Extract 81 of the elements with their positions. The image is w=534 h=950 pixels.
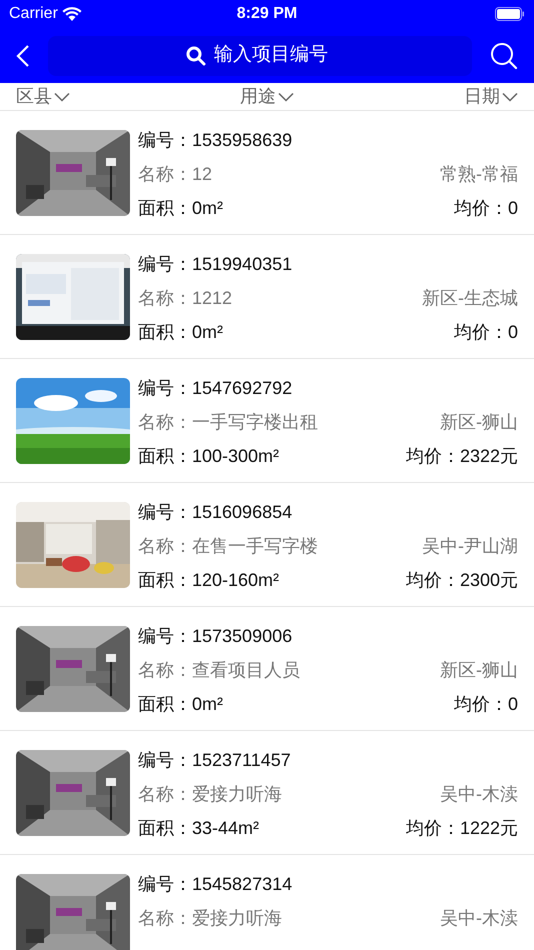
area-value: 0m² (192, 197, 223, 220)
listing-number: 1545827314 (192, 873, 292, 896)
chevron-down-icon (54, 92, 70, 102)
district-text: 新区-生态城 (422, 287, 518, 310)
area-value: 33-44m² (192, 817, 260, 840)
listing-name: 1212 (192, 287, 232, 310)
district-text: 新区-狮山 (440, 411, 518, 434)
listing-number: 1535958639 (192, 129, 292, 152)
district-text: 常熟-常福 (440, 163, 518, 186)
listing-row[interactable]: 编号：1523711457 名称：爱接力听海 吴中-木渎 面积：33-44m² 均价：1222元 (0, 731, 534, 855)
listing-name: 12 (192, 163, 212, 186)
area-label: 面积： (138, 197, 192, 220)
price-label: 均价： (454, 321, 508, 344)
battery-icon (495, 7, 525, 21)
area-label: 面积： (138, 817, 192, 840)
clock-text: 8:29 PM (236, 4, 298, 24)
area-label: 面积： (138, 569, 192, 592)
area-value: 120-160m² (192, 569, 280, 592)
price-value: 0 (508, 321, 518, 344)
carrier-text: Carrier (9, 4, 58, 24)
back-button[interactable] (16, 44, 30, 68)
area-label: 面积： (138, 693, 192, 716)
price-label: 均价： (454, 693, 508, 716)
price-label: 均价： (406, 817, 460, 840)
number-label: 编号： (138, 377, 192, 400)
name-label: 名称： (138, 907, 192, 930)
number-label: 编号： (138, 129, 192, 152)
chevron-down-icon (502, 92, 518, 102)
number-label: 编号： (138, 873, 192, 896)
district-text: 吴中-木渎 (440, 783, 518, 806)
district-text: 吴中-木渎 (440, 907, 518, 930)
area-value: 100-300m² (192, 445, 280, 468)
price-value: 2300元 (460, 569, 518, 592)
name-label: 名称： (138, 411, 192, 434)
listing-name: 一手写字楼出租 (192, 411, 318, 434)
price-value: 0 (508, 693, 518, 716)
listing-row[interactable]: 编号：1573509006 名称：查看项目人员 新区-狮山 面积：0m² 均价：0 (0, 607, 534, 731)
price-label: 均价： (454, 197, 508, 220)
search-button[interactable] (490, 42, 518, 70)
listing-name: 爱接力听海 (192, 907, 282, 930)
name-label: 名称： (138, 163, 192, 186)
listing-row[interactable]: 编号：1547692792 名称：一手写字楼出租 新区-狮山 面积：100-300m² 均价：2322元 (0, 359, 534, 483)
listing-number: 1573509006 (192, 625, 292, 648)
chevron-down-icon (278, 92, 294, 102)
listing-number: 1519940351 (192, 253, 292, 276)
area-value: 0m² (192, 693, 223, 716)
price-label: 均价： (406, 569, 460, 592)
price-value: 0 (508, 197, 518, 220)
number-label: 编号： (138, 501, 192, 524)
wifi-icon (62, 6, 82, 22)
filter-dropdown[interactable]: 日期 (464, 83, 518, 110)
listing-name: 在售一手写字楼 (192, 535, 318, 558)
filter-dropdown[interactable]: 用途 (240, 83, 294, 110)
area-label: 面积： (138, 445, 192, 468)
price-label: 均价： (406, 445, 460, 468)
search-field[interactable]: 输入项目编号 (48, 36, 472, 76)
listing-number: 1547692792 (192, 377, 292, 400)
area-label: 面积： (138, 321, 192, 344)
listing-row[interactable]: 编号：1535958639 名称：12 常熟-常福 面积：0m² 均价：0 (0, 111, 534, 235)
name-label: 名称： (138, 287, 192, 310)
area-value: 0m² (192, 321, 223, 344)
search-icon (186, 46, 206, 66)
listing-row[interactable]: 编号：1545827314 名称：爱接力听海 吴中-木渎 (0, 855, 534, 950)
name-label: 名称： (138, 535, 192, 558)
search-input[interactable]: 输入项目编号 (214, 41, 334, 70)
number-label: 编号： (138, 625, 192, 648)
price-value: 2322元 (460, 445, 518, 468)
listing-row[interactable]: 编号：1519940351 名称：1212 新区-生态城 面积：0m² 均价：0 (0, 235, 534, 359)
price-value: 1222元 (460, 817, 518, 840)
name-label: 名称： (138, 659, 192, 682)
listing-number: 1516096854 (192, 501, 292, 524)
district-text: 吴中-尹山湖 (422, 535, 518, 558)
name-label: 名称： (138, 783, 192, 806)
listing-number: 1523711457 (192, 749, 291, 772)
listing-name: 爱接力听海 (192, 783, 282, 806)
listing-name: 查看项目人员 (192, 659, 300, 682)
listing-row[interactable]: 编号：1516096854 名称：在售一手写字楼 吴中-尹山湖 面积：120-160m² 均价：2300元 (0, 483, 534, 607)
number-label: 编号： (138, 253, 192, 276)
filter-dropdown[interactable]: 区县 (16, 83, 70, 110)
number-label: 编号： (138, 749, 192, 772)
district-text: 新区-狮山 (440, 659, 518, 682)
